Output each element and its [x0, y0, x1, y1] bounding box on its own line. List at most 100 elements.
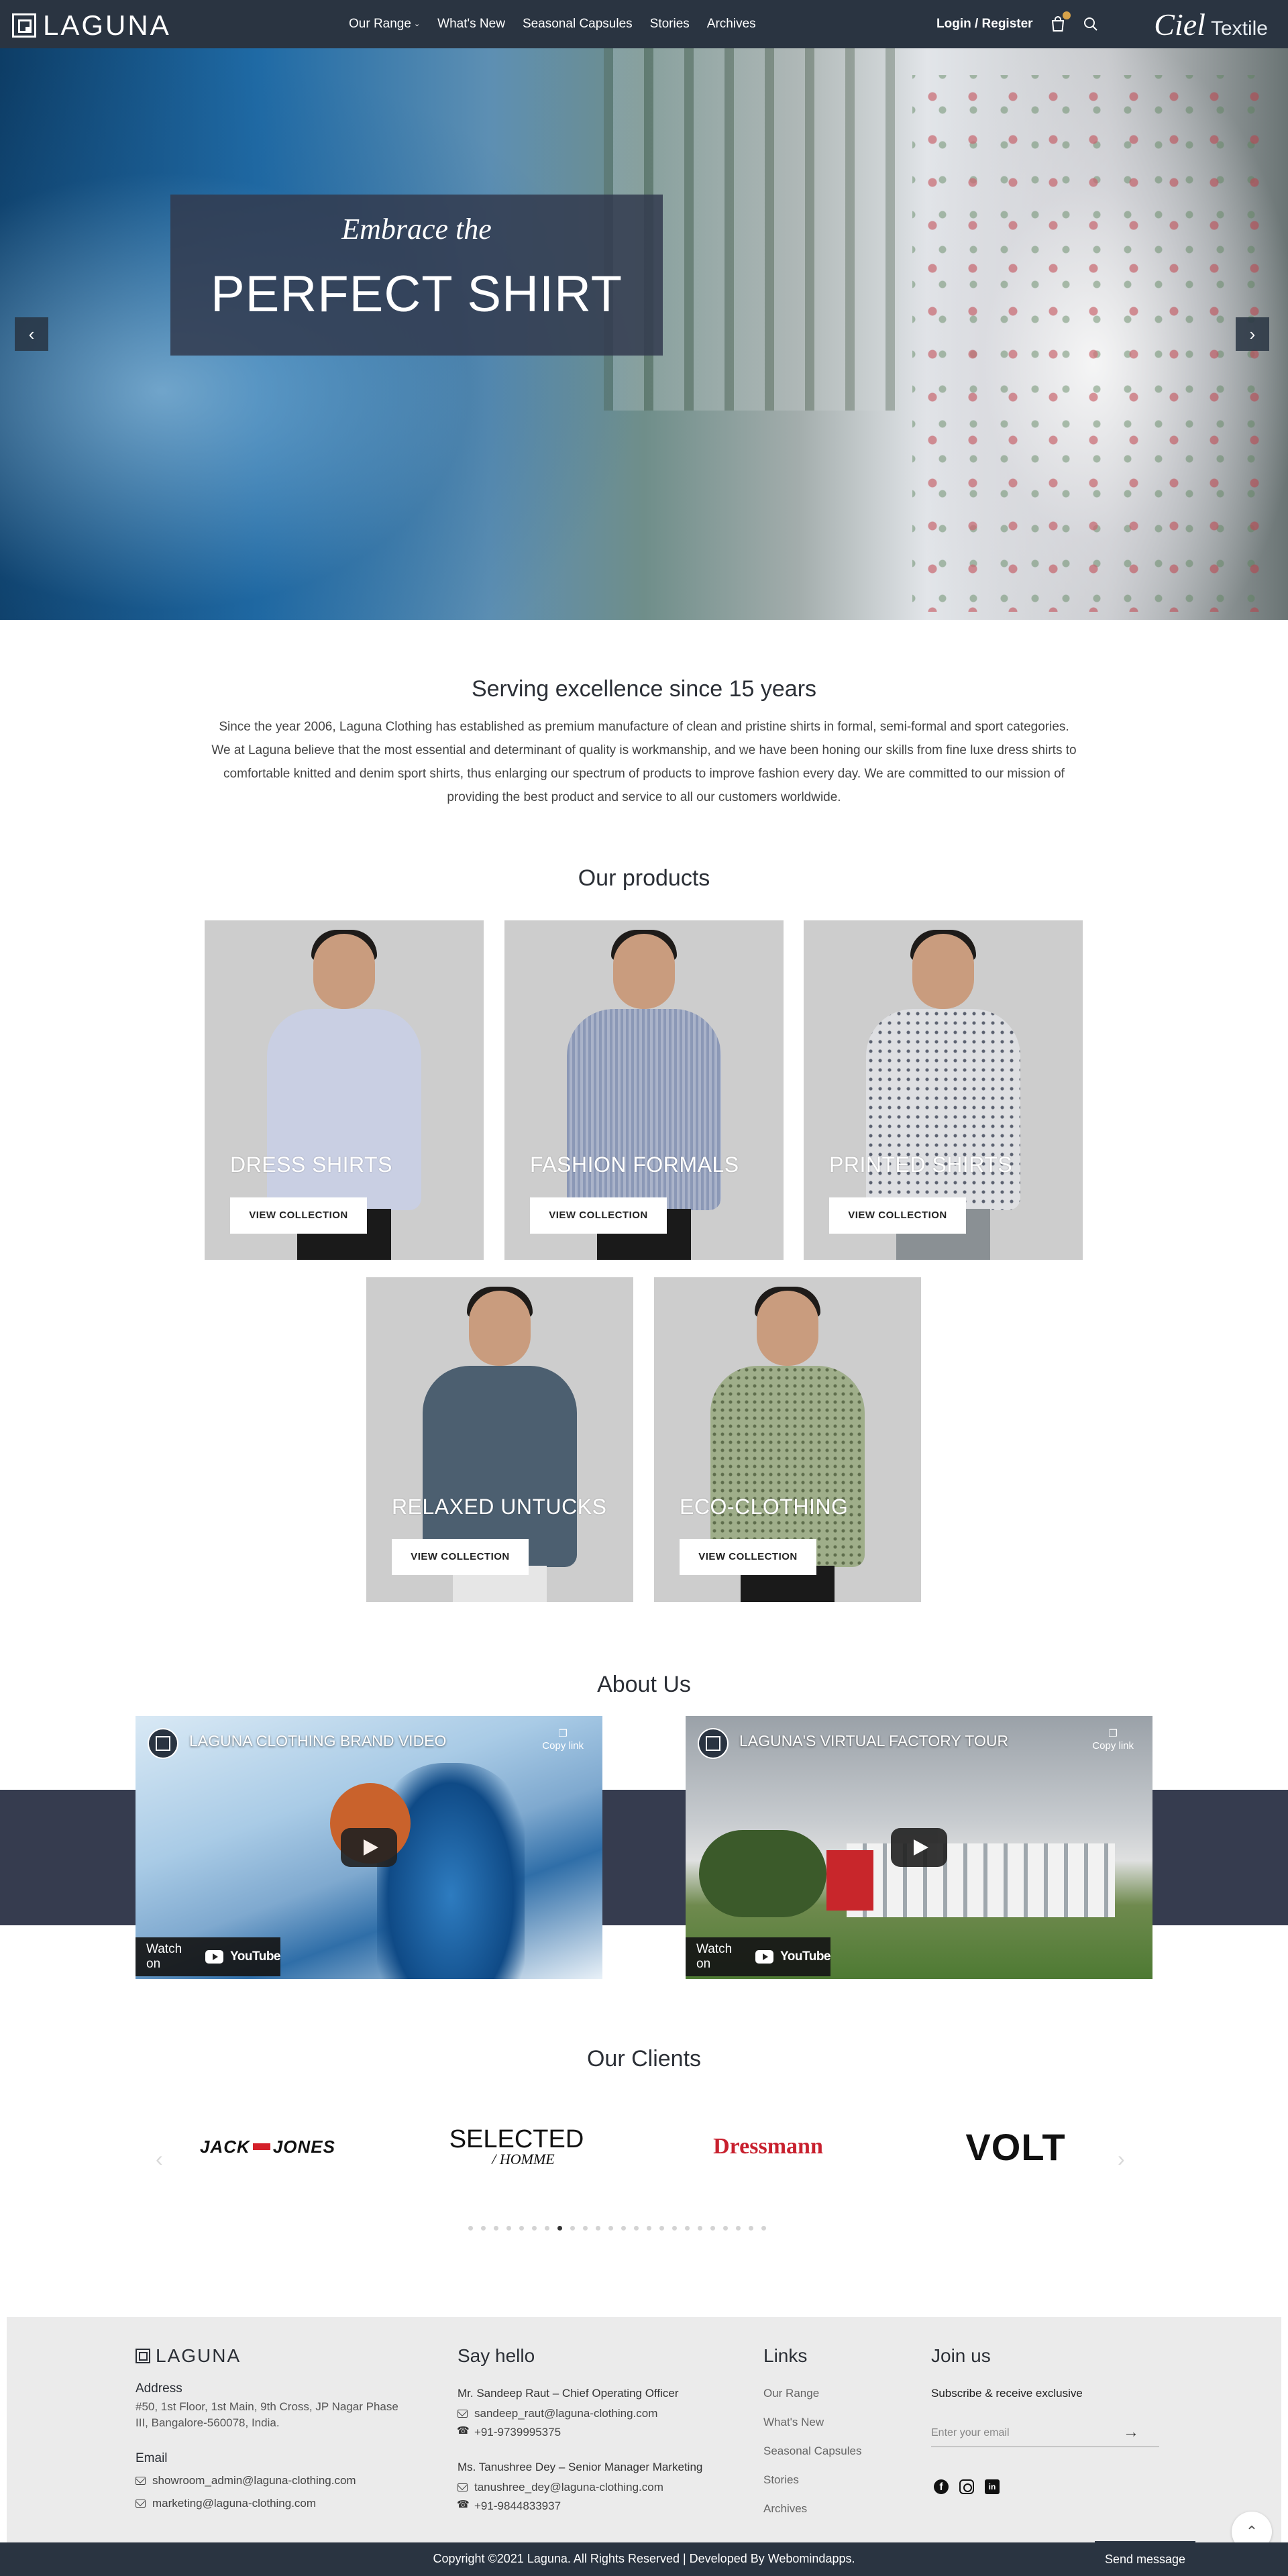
- carousel-dot[interactable]: [481, 2226, 486, 2231]
- contact-1-phone[interactable]: +91-9739995375: [457, 2424, 561, 2439]
- view-collection-button[interactable]: VIEW COLLECTION: [680, 1539, 816, 1575]
- video-brand[interactable]: LAGUNA CLOTHING BRAND VIDEO ❐ Copy link W…: [136, 1716, 602, 1979]
- nav-archives[interactable]: Archives: [707, 17, 756, 32]
- footer-link-whats-new[interactable]: What's New: [763, 2416, 824, 2429]
- footer-email-2[interactable]: marketing@laguna-clothing.com: [136, 2497, 316, 2510]
- carousel-dot[interactable]: [723, 2226, 728, 2231]
- carousel-dot[interactable]: [621, 2226, 626, 2231]
- contact-2-email[interactable]: tanushree_dey@laguna-clothing.com: [458, 2481, 663, 2494]
- carousel-dot[interactable]: [557, 2226, 562, 2231]
- cart-icon[interactable]: [1049, 11, 1071, 33]
- logo-text: LAGUNA: [43, 9, 171, 41]
- mail-icon: [458, 2410, 468, 2418]
- newsletter-email-input[interactable]: Enter your email →: [931, 2423, 1159, 2447]
- ciel-textile-logo[interactable]: Ciel Textile: [1154, 7, 1268, 42]
- about-title: About Us: [597, 1672, 691, 1697]
- product-card-eco-clothing[interactable]: ECO-CLOTHING VIEW COLLECTION: [654, 1277, 921, 1602]
- hero-next-button[interactable]: ›: [1236, 317, 1269, 351]
- carousel-dot[interactable]: [761, 2226, 766, 2231]
- model-head: [912, 934, 974, 1009]
- email-link: showroom_admin@laguna-clothing.com: [152, 2474, 356, 2487]
- carousel-dot[interactable]: [710, 2226, 715, 2231]
- product-card-relaxed-untucks[interactable]: RELAXED UNTUCKS VIEW COLLECTION: [366, 1277, 633, 1602]
- footer-link-seasonal-capsules[interactable]: Seasonal Capsules: [763, 2445, 861, 2458]
- view-collection-button[interactable]: VIEW COLLECTION: [530, 1197, 667, 1234]
- carousel-dot[interactable]: [583, 2226, 588, 2231]
- laguna-logo[interactable]: LAGUNA: [12, 9, 171, 42]
- laguna-logo-mark-icon: [12, 13, 36, 38]
- carousel-dot[interactable]: [672, 2226, 677, 2231]
- carousel-dot[interactable]: [596, 2226, 600, 2231]
- copy-link-button[interactable]: ❐ Copy link: [1092, 1728, 1134, 1752]
- contact-1-name: Mr. Sandeep Raut – Chief Operating Offic…: [458, 2387, 679, 2400]
- carousel-dot[interactable]: [468, 2226, 473, 2231]
- product-card-printed-shirts[interactable]: PRINTED SHIRTS VIEW COLLECTION: [804, 920, 1083, 1260]
- footer-link-stories[interactable]: Stories: [763, 2473, 799, 2487]
- search-icon[interactable]: [1083, 16, 1099, 32]
- model-head: [469, 1291, 531, 1366]
- carousel-dot[interactable]: [519, 2226, 524, 2231]
- carousel-dot[interactable]: [749, 2226, 753, 2231]
- footer-link-our-range[interactable]: Our Range: [763, 2387, 819, 2400]
- play-button-icon[interactable]: [341, 1828, 397, 1867]
- video-factory-tour[interactable]: LAGUNA'S VIRTUAL FACTORY TOUR ❐ Copy link…: [686, 1716, 1152, 1979]
- arrow-right-icon[interactable]: →: [1123, 2423, 1139, 2442]
- footer-link-archives[interactable]: Archives: [763, 2502, 807, 2516]
- subscribe-text: Subscribe & receive exclusive: [931, 2387, 1083, 2400]
- video-title: LAGUNA CLOTHING BRAND VIDEO: [189, 1732, 447, 1750]
- linkedin-icon[interactable]: in: [985, 2479, 1000, 2494]
- product-name: RELAXED UNTUCKS: [392, 1495, 607, 1519]
- client-logo-volt: VOLT: [965, 2125, 1066, 2168]
- nav-whats-new[interactable]: What's New: [437, 17, 505, 32]
- carousel-dot[interactable]: [698, 2226, 702, 2231]
- phone-link: +91-9844833937: [474, 2500, 561, 2512]
- send-message-button[interactable]: Send message: [1095, 2541, 1195, 2576]
- footer-logo[interactable]: LAGUNA: [136, 2345, 241, 2367]
- carousel-dot[interactable]: [685, 2226, 690, 2231]
- copy-link-button[interactable]: ❐ Copy link: [542, 1728, 584, 1752]
- model-shirt: [866, 1009, 1020, 1210]
- carousel-dot[interactable]: [647, 2226, 651, 2231]
- view-collection-button[interactable]: VIEW COLLECTION: [392, 1539, 529, 1575]
- nav-seasonal-capsules[interactable]: Seasonal Capsules: [523, 17, 633, 32]
- laguna-logo-mark-icon: [136, 2349, 150, 2363]
- email-link: marketing@laguna-clothing.com: [152, 2497, 317, 2510]
- contact-2-phone[interactable]: +91-9844833937: [457, 2498, 561, 2513]
- model-head: [613, 934, 675, 1009]
- hero-prev-button[interactable]: ‹: [15, 317, 48, 351]
- carousel-dot[interactable]: [494, 2226, 498, 2231]
- hero-floral-pattern: [912, 75, 1261, 612]
- carousel-dot[interactable]: [570, 2226, 575, 2231]
- model-shirt: [567, 1009, 721, 1210]
- carousel-dot[interactable]: [608, 2226, 613, 2231]
- watch-on-youtube-button[interactable]: Watch on YouTube: [686, 1937, 830, 1976]
- view-collection-button[interactable]: VIEW COLLECTION: [230, 1197, 367, 1234]
- carousel-dot[interactable]: [659, 2226, 664, 2231]
- instagram-icon[interactable]: [959, 2479, 974, 2494]
- clients-next-button[interactable]: ›: [1118, 2147, 1125, 2171]
- copy-icon: ❐: [558, 1728, 568, 1739]
- watch-on-youtube-button[interactable]: Watch on YouTube: [136, 1937, 280, 1976]
- carousel-dot[interactable]: [736, 2226, 741, 2231]
- nav-stories[interactable]: Stories: [650, 17, 690, 32]
- hero-subtitle: Embrace the: [341, 213, 492, 246]
- carousel-dot[interactable]: [532, 2226, 537, 2231]
- carousel-dot[interactable]: [545, 2226, 549, 2231]
- product-card-dress-shirts[interactable]: DRESS SHIRTS VIEW COLLECTION: [205, 920, 484, 1260]
- phone-link: +91-9739995375: [474, 2426, 561, 2438]
- view-collection-button[interactable]: VIEW COLLECTION: [829, 1197, 966, 1234]
- login-register-link[interactable]: Login / Register: [936, 17, 1033, 32]
- nav-our-range[interactable]: Our Range ⌄: [349, 17, 420, 32]
- facebook-icon[interactable]: f: [934, 2479, 949, 2494]
- address-text: #50, 1st Floor, 1st Main, 9th Cross, JP …: [136, 2400, 398, 2429]
- carousel-dot[interactable]: [506, 2226, 511, 2231]
- carousel-dot[interactable]: [634, 2226, 639, 2231]
- contact-1-email[interactable]: sandeep_raut@laguna-clothing.com: [458, 2407, 657, 2420]
- footer-email-1[interactable]: showroom_admin@laguna-clothing.com: [136, 2474, 356, 2487]
- chevron-left-icon: ‹: [156, 2147, 163, 2171]
- watch-on-label: Watch on: [146, 1942, 182, 1971]
- product-card-fashion-formals[interactable]: FASHION FORMALS VIEW COLLECTION: [504, 920, 784, 1260]
- channel-logo-icon: [698, 1728, 729, 1759]
- play-button-icon[interactable]: [891, 1828, 947, 1867]
- clients-prev-button[interactable]: ‹: [156, 2147, 163, 2171]
